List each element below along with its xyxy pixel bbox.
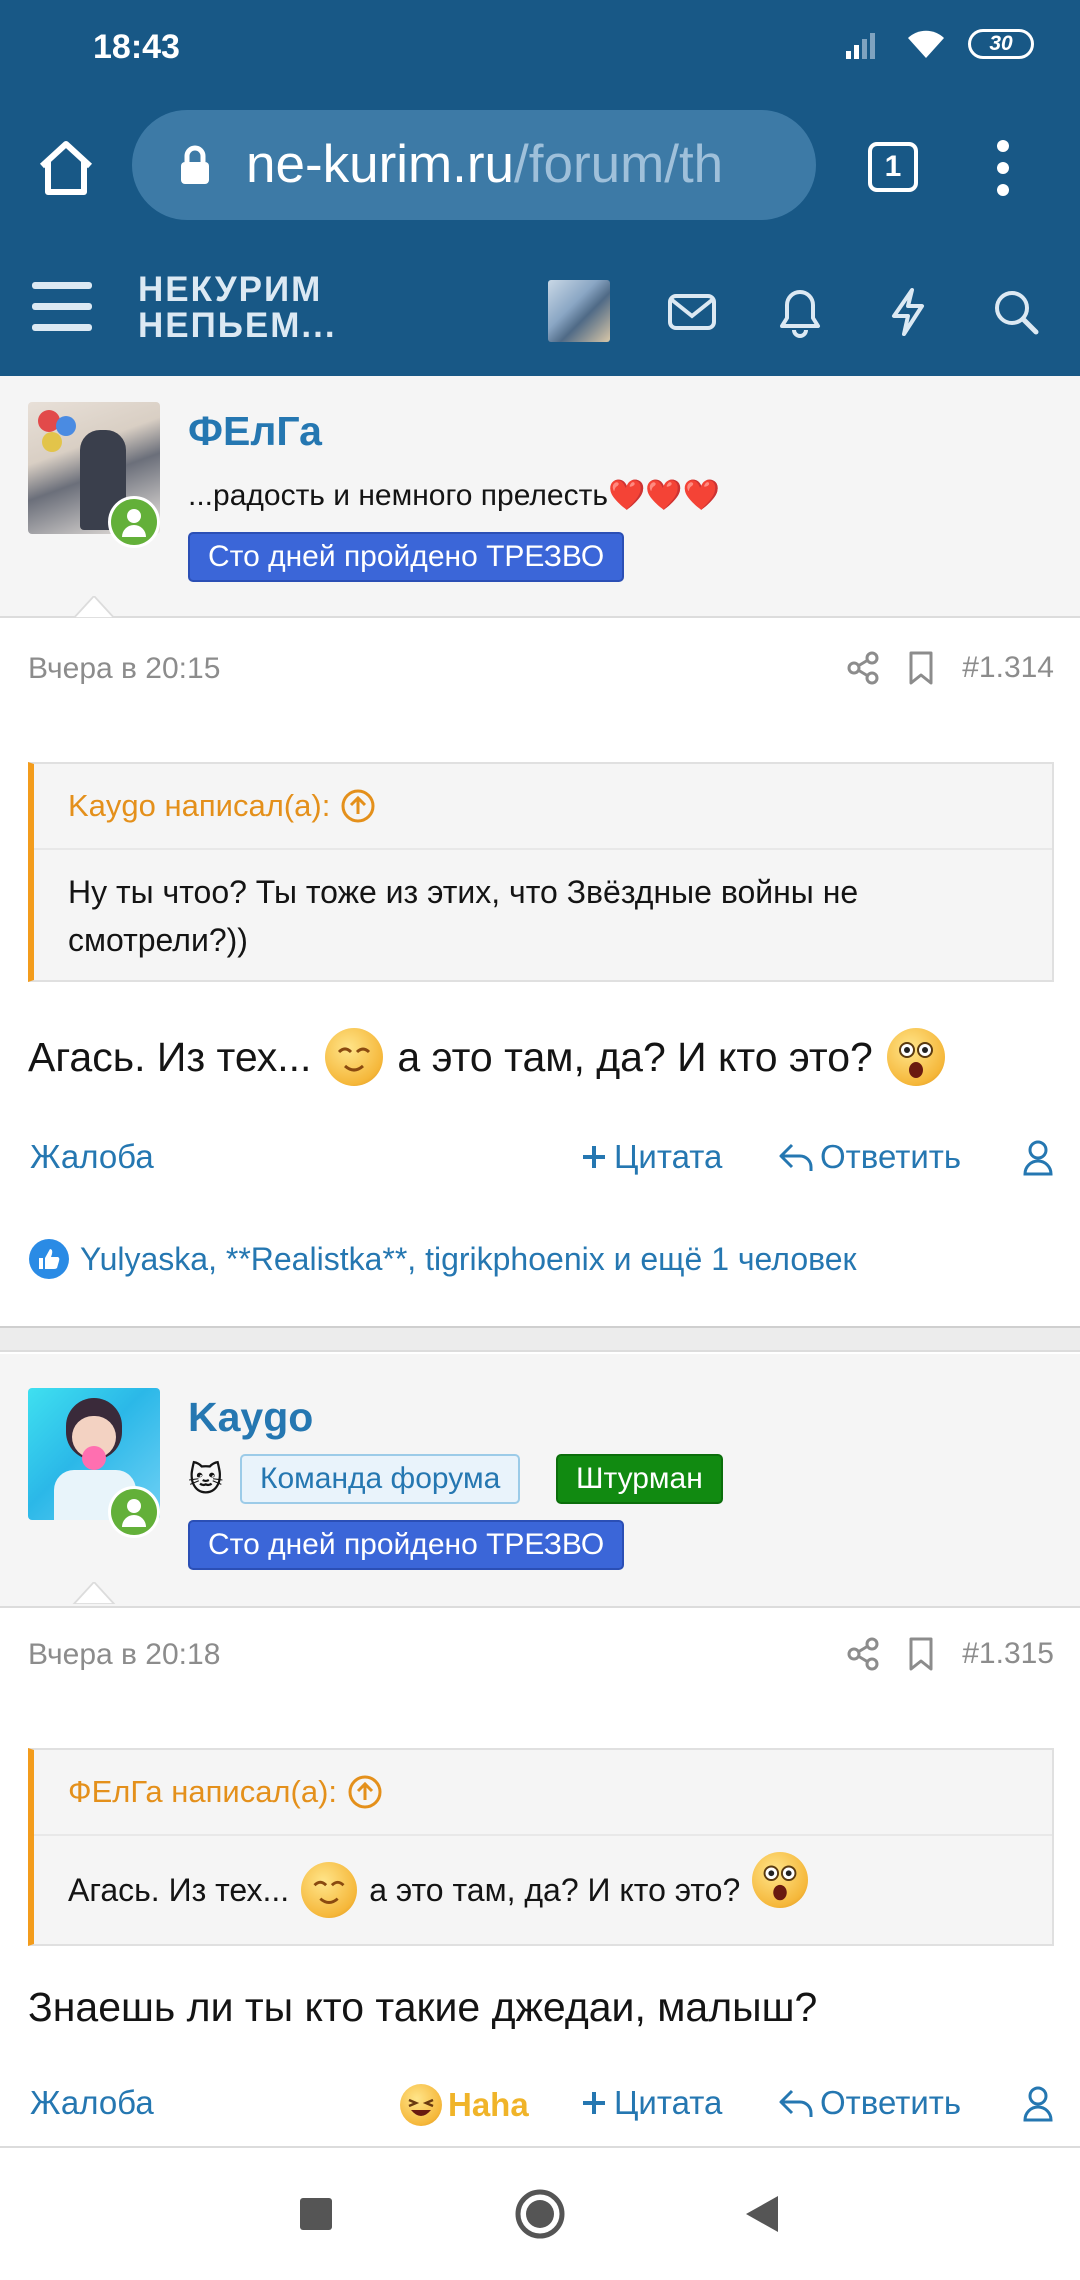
- site-logo[interactable]: НЕКУРИМ НЕПЬЕМ...: [138, 272, 337, 344]
- like-reaction-icon: [29, 1239, 69, 1279]
- post-number[interactable]: #1.314: [962, 651, 1054, 685]
- post-meta-tools: #1.315: [846, 1636, 1054, 1672]
- report-link[interactable]: Жалоба: [30, 1138, 154, 1176]
- share-icon[interactable]: [846, 651, 880, 685]
- user-icon[interactable]: [1022, 1140, 1054, 1176]
- post-username[interactable]: ФЕлГа: [188, 408, 322, 455]
- bookmark-icon[interactable]: [906, 650, 936, 686]
- team-badge: Команда форума: [240, 1454, 521, 1504]
- post-body: Знаешь ли ты кто такие джедаи, малыш?: [28, 1984, 818, 2030]
- online-status-icon: [108, 1486, 160, 1538]
- back-icon[interactable]: [744, 2194, 780, 2234]
- quote-block: Kaygo написал(а): Ну ты чтоо? Ты тоже из…: [28, 762, 1054, 982]
- role-badge: Штурман: [556, 1454, 723, 1504]
- online-status-icon: [108, 496, 160, 548]
- post-username[interactable]: Kaygo: [188, 1394, 313, 1441]
- battery-indicator: 30: [968, 29, 1034, 59]
- quote-author[interactable]: ФЕлГа написал(а):: [68, 1774, 383, 1810]
- quote-text: Агась. Из тех... а это там, да? И кто эт…: [68, 1852, 1022, 1918]
- address-bar[interactable]: ne-kurim.ru/forum/th: [132, 110, 816, 220]
- user-banner: Сто дней пройдено ТРЕЗВО: [188, 532, 625, 582]
- bell-icon[interactable]: [772, 284, 828, 340]
- report-link[interactable]: Жалоба: [30, 2084, 154, 2122]
- quote-block: ФЕлГа написал(а): Агась. Из тех... а это…: [28, 1748, 1054, 1946]
- divider: [0, 2146, 1080, 2148]
- user-icon[interactable]: [1022, 2086, 1054, 2122]
- post-actions: Жалоба Haha Цитата Ответить: [0, 2072, 1080, 2132]
- shocked-emoji-icon: [886, 1028, 945, 1086]
- reply-button[interactable]: Ответить: [778, 1138, 961, 1176]
- reaction-button[interactable]: Haha: [400, 2084, 529, 2126]
- user-banner: Сто дней пройдено ТРЕЗВО: [188, 1520, 625, 1570]
- status-time: 18:43: [93, 28, 180, 66]
- reply-icon: [779, 2089, 813, 2117]
- account-avatar[interactable]: [548, 280, 610, 342]
- post-separator: [0, 1326, 1080, 1352]
- home-circle-icon[interactable]: [514, 2188, 566, 2240]
- plus-icon: [583, 2092, 605, 2114]
- post-user-header: ФЕлГа ...радость и немного прелесть❤️❤️❤…: [0, 376, 1080, 618]
- reply-button[interactable]: Ответить: [778, 2084, 961, 2122]
- system-navigation-bar: [0, 2150, 1080, 2280]
- reactions-summary[interactable]: Yulyaska, **Realistka**, tigrikphoenix и…: [28, 1238, 857, 1280]
- message-arrow: [72, 596, 116, 618]
- search-icon[interactable]: [988, 284, 1044, 340]
- user-title: ...радость и немного прелесть❤️❤️❤️: [188, 479, 721, 512]
- post-body: Агась. Из тех... а это там, да? И кто эт…: [28, 1028, 945, 1086]
- signal-icon: [846, 33, 875, 59]
- blush-emoji-icon: [301, 1862, 358, 1918]
- post-actions: Жалоба Цитата Ответить: [0, 1126, 1080, 1186]
- home-icon[interactable]: [34, 136, 98, 200]
- post-date[interactable]: Вчера в 20:15: [28, 652, 220, 686]
- quote-button[interactable]: Цитата: [580, 1138, 722, 1176]
- arrow-up-circle-icon[interactable]: [347, 1774, 383, 1810]
- status-bar: 18:43 30: [0, 0, 1080, 96]
- more-vert-icon[interactable]: [988, 138, 1018, 198]
- wifi-icon: [908, 30, 944, 58]
- site-header: НЕКУРИМ НЕПЬЕМ...: [0, 244, 1080, 376]
- inbox-icon[interactable]: [664, 284, 720, 340]
- quote-text: Ну ты чтоо? Ты тоже из этих, что Звёздны…: [68, 874, 859, 958]
- share-icon[interactable]: [846, 1637, 880, 1671]
- shocked-emoji-icon: [752, 1852, 809, 1908]
- post-meta-tools: #1.314: [846, 650, 1054, 686]
- lock-icon: [181, 145, 209, 184]
- lightning-icon[interactable]: [880, 284, 936, 340]
- post-number[interactable]: #1.315: [962, 1637, 1054, 1671]
- recents-icon[interactable]: [298, 2196, 334, 2232]
- post-date[interactable]: Вчера в 20:18: [28, 1638, 220, 1672]
- post-user-header: Kaygo 🐱 Команда форума Штурман Сто дней …: [0, 1354, 1080, 1608]
- quote-button[interactable]: Цитата: [580, 2084, 722, 2122]
- blush-emoji-icon: [325, 1028, 384, 1086]
- laughing-emoji-icon: [400, 2084, 442, 2126]
- cat-emoji-icon: 🐱: [188, 1461, 224, 1499]
- tab-switcher-button[interactable]: 1: [868, 142, 918, 192]
- plus-icon: [583, 1146, 605, 1168]
- hamburger-menu-icon[interactable]: [32, 282, 92, 336]
- url-text: ne-kurim.ru/forum/th: [246, 135, 724, 194]
- message-arrow: [72, 1582, 116, 1604]
- quote-author[interactable]: Kaygo написал(а):: [68, 788, 376, 824]
- reply-icon: [779, 1143, 813, 1171]
- browser-toolbar: ne-kurim.ru/forum/th 1: [0, 96, 1080, 244]
- system-icons: 30: [844, 28, 1034, 60]
- arrow-up-circle-icon[interactable]: [340, 788, 376, 824]
- bookmark-icon[interactable]: [906, 1636, 936, 1672]
